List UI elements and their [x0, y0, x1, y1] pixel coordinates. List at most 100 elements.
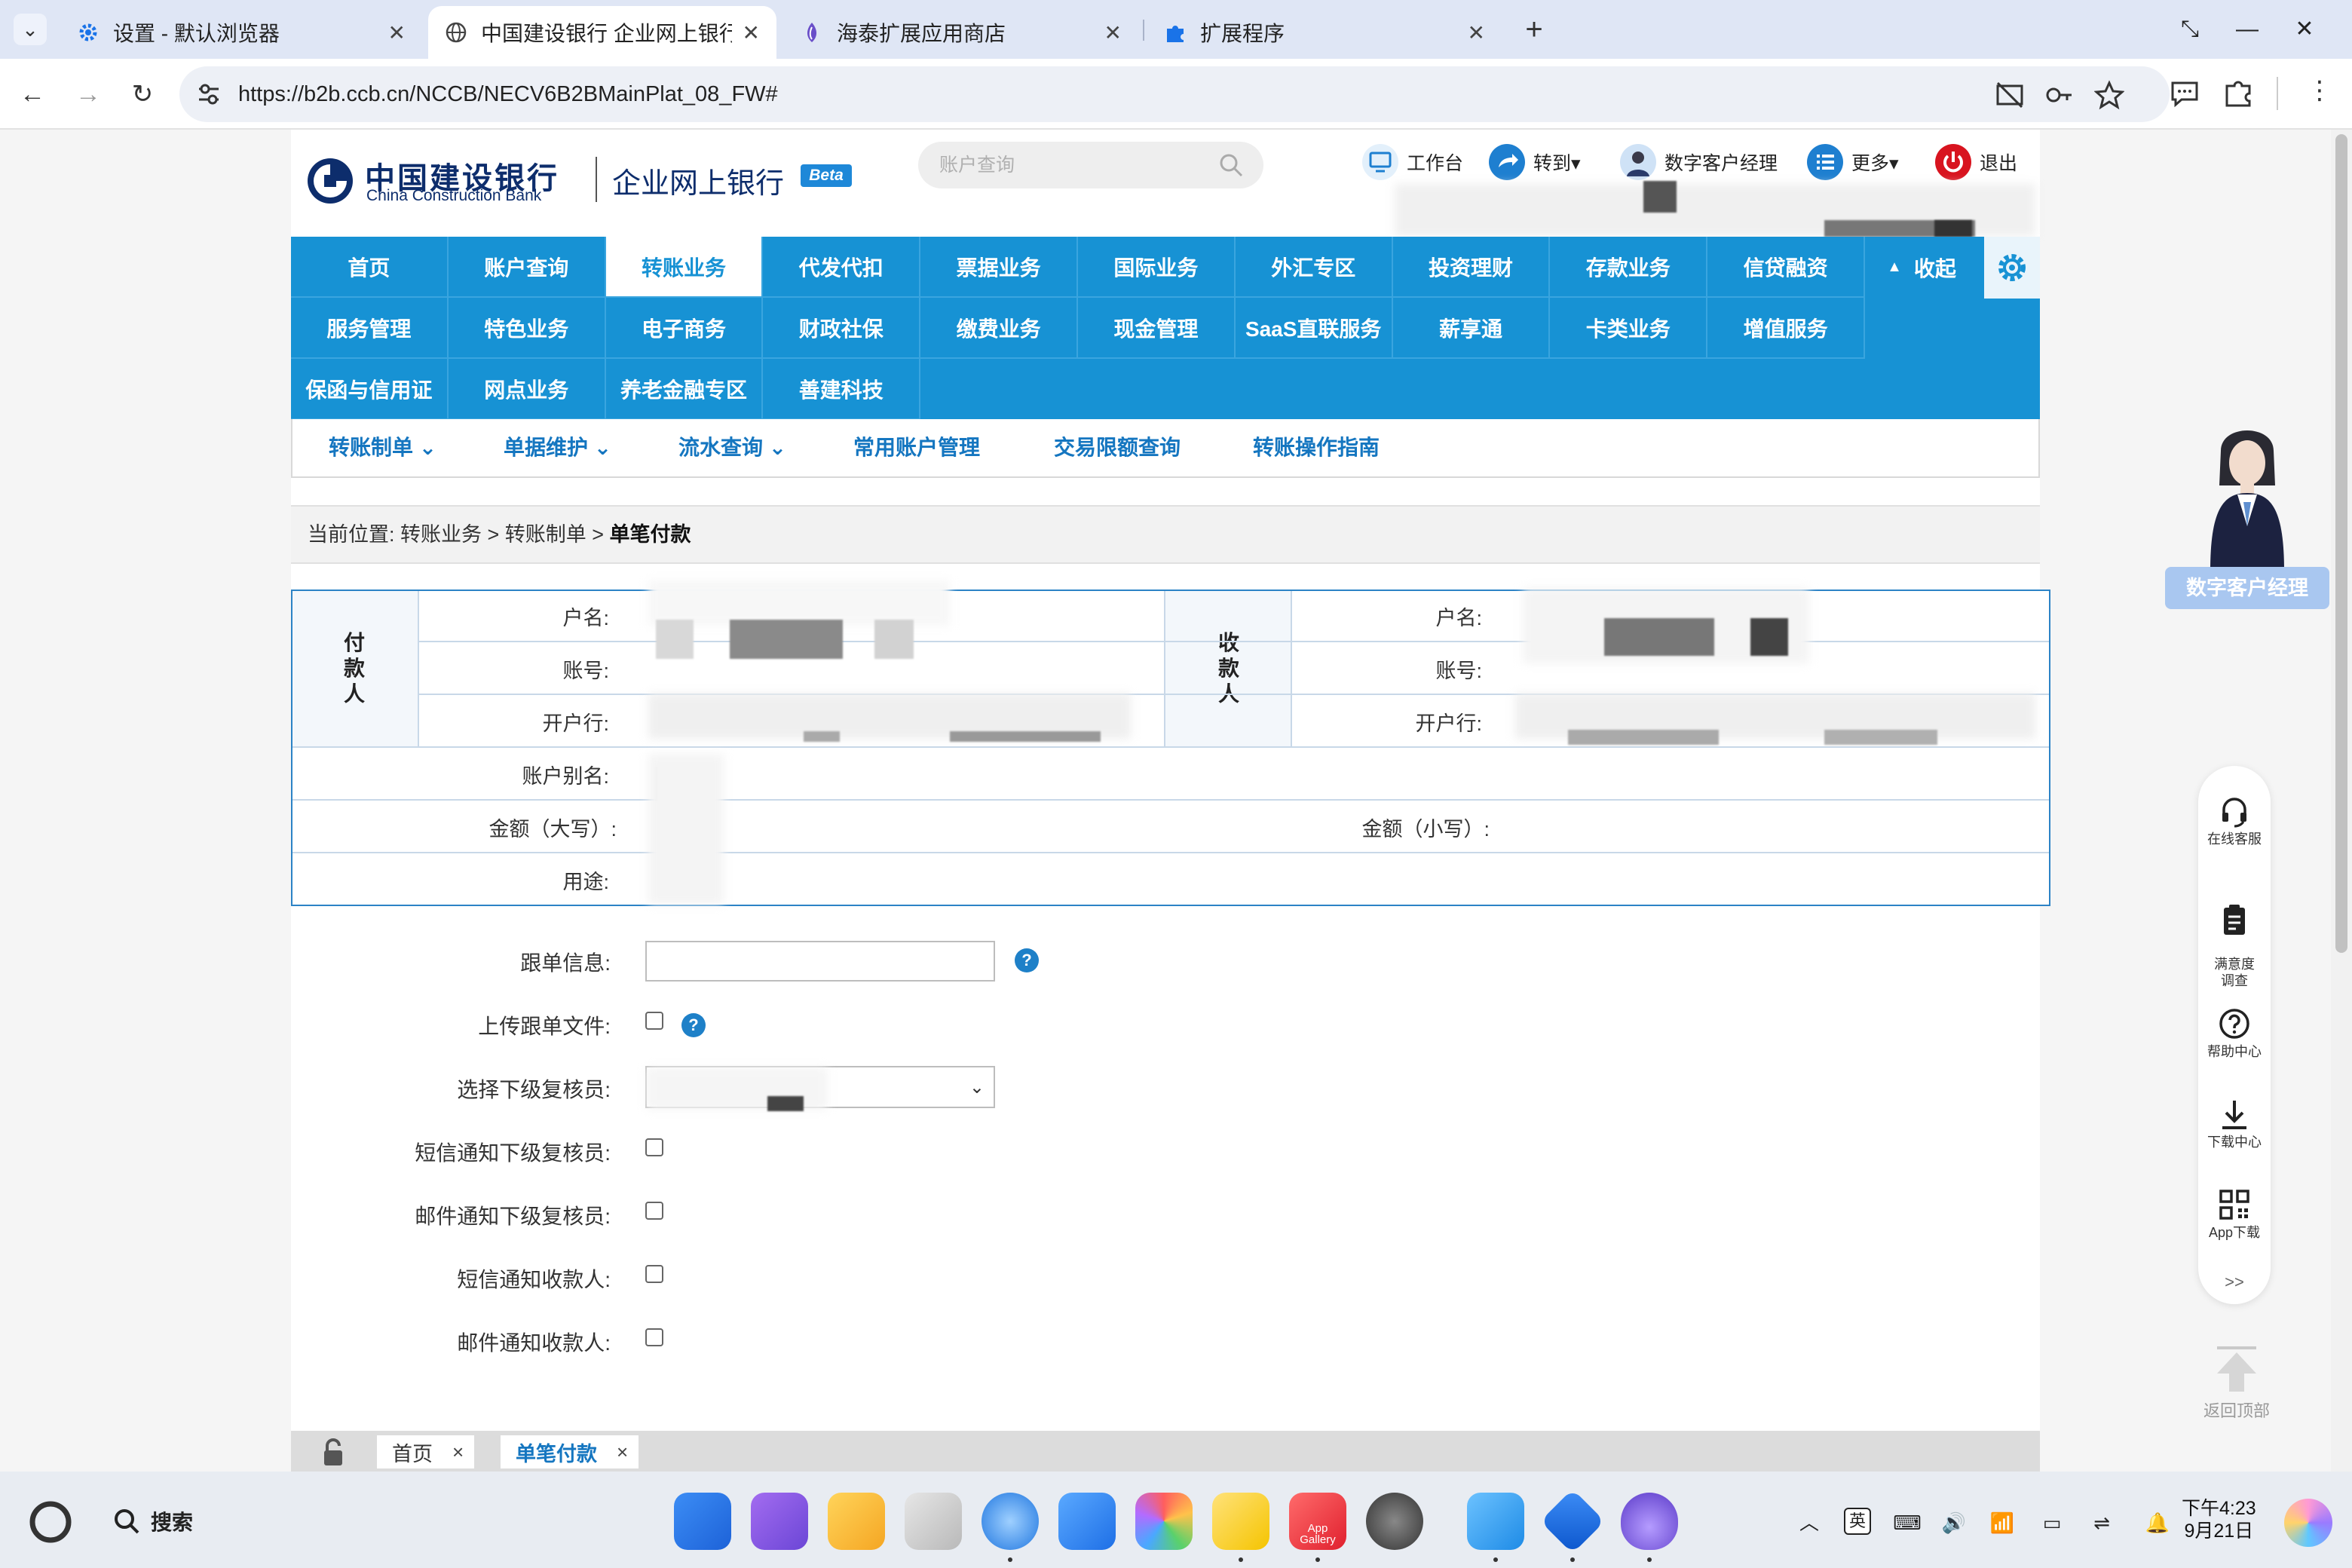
- tab-close-icon[interactable]: ✕: [388, 20, 406, 45]
- online-service-button[interactable]: 在线客服: [2198, 795, 2271, 847]
- upload-checkbox[interactable]: [645, 1012, 663, 1030]
- account-search-input[interactable]: [918, 142, 1263, 188]
- key-icon[interactable]: [2044, 80, 2075, 110]
- photos-icon[interactable]: [1135, 1493, 1193, 1550]
- subnav-transfer-create[interactable]: 转账制单 ⌄: [329, 431, 436, 461]
- sms-reviewer-checkbox[interactable]: [645, 1138, 663, 1156]
- mail-icon[interactable]: [1058, 1493, 1116, 1550]
- nav-item[interactable]: 增值服务: [1707, 298, 1865, 359]
- more-link[interactable]: 更多▾: [1806, 142, 1899, 182]
- help-icon[interactable]: ?: [1015, 948, 1039, 972]
- search-icon[interactable]: [1218, 152, 1244, 178]
- wifi-icon[interactable]: 📶: [1987, 1508, 2017, 1538]
- tab-close-icon[interactable]: ✕: [743, 20, 760, 45]
- nav-item[interactable]: 薪享通: [1392, 298, 1551, 359]
- nav-item[interactable]: 缴费业务: [920, 298, 1078, 359]
- browser-tab-ccb[interactable]: 中国建设银行 企业网上银行 ✕: [428, 6, 776, 59]
- nav-item[interactable]: 代发代扣: [763, 237, 921, 298]
- nav-item[interactable]: 特色业务: [448, 298, 606, 359]
- battery-icon[interactable]: ▭: [2037, 1508, 2067, 1538]
- subnav-document-maintain[interactable]: 单据维护 ⌄: [504, 431, 611, 461]
- nav-item[interactable]: 养老金融专区: [605, 359, 764, 420]
- expand-sidebar-button[interactable]: >>: [2198, 1274, 2271, 1291]
- settings-app-icon[interactable]: [1366, 1493, 1423, 1550]
- clock[interactable]: 下午4:23 9月21日: [2182, 1497, 2256, 1542]
- lock-icon[interactable]: [317, 1435, 350, 1468]
- minimize-icon[interactable]: —: [2228, 11, 2266, 48]
- nav-item[interactable]: 票据业务: [920, 237, 1078, 298]
- email-reviewer-checkbox[interactable]: [645, 1202, 663, 1220]
- nav-item[interactable]: 保函与信用证: [291, 359, 449, 420]
- bookmark-star-icon[interactable]: [2094, 80, 2124, 110]
- nav-item[interactable]: 转账业务: [605, 237, 764, 298]
- email-payee-checkbox[interactable]: [645, 1328, 663, 1346]
- browser-tab-store[interactable]: 海泰扩展应用商店 ✕: [784, 6, 1138, 59]
- notes-icon[interactable]: [1212, 1493, 1269, 1550]
- close-window-icon[interactable]: ✕: [2286, 11, 2323, 48]
- clipboard-tray-icon[interactable]: ⌨: [1892, 1508, 1922, 1538]
- download-center-button[interactable]: 下载中心: [2198, 1098, 2271, 1150]
- volume-icon[interactable]: 🔊: [1939, 1508, 1969, 1538]
- back-icon[interactable]: ←: [12, 74, 53, 115]
- nav-item[interactable]: 首页: [291, 237, 449, 298]
- ime-indicator[interactable]: 英: [1844, 1508, 1871, 1535]
- url-text[interactable]: https://b2b.ccb.cn/NCCB/NECV6B2BMainPlat…: [238, 66, 778, 122]
- chat-icon[interactable]: [2168, 77, 2201, 110]
- nav-item[interactable]: 国际业务: [1078, 237, 1236, 298]
- restore-icon[interactable]: ⤡: [2171, 11, 2209, 48]
- taskbar-search[interactable]: 搜索: [112, 1506, 193, 1536]
- digital-assistant-avatar[interactable]: [2200, 413, 2295, 571]
- help-icon[interactable]: ?: [681, 1013, 706, 1037]
- nav-item[interactable]: 投资理财: [1392, 237, 1551, 298]
- new-tab-button[interactable]: +: [1515, 11, 1553, 48]
- browser-icon[interactable]: [982, 1493, 1039, 1550]
- close-icon[interactable]: ×: [617, 1441, 628, 1464]
- subnav-transfer-guide[interactable]: 转账操作指南: [1253, 431, 1380, 461]
- notification-bell-icon[interactable]: 🔔: [2142, 1508, 2173, 1538]
- menu-kebab-icon[interactable]: ⋮: [2307, 75, 2332, 106]
- workbench-link[interactable]: 工作台: [1361, 142, 1463, 182]
- assistant-orb-icon[interactable]: [2284, 1499, 2332, 1547]
- browser-tab-settings[interactable]: 设置 - 默认浏览器 ✕: [60, 6, 422, 59]
- reviewer-select[interactable]: ⌄: [645, 1066, 995, 1111]
- subnav-flow-query[interactable]: 流水查询 ⌄: [678, 431, 786, 461]
- nav-item[interactable]: 现金管理: [1078, 298, 1236, 359]
- file-manager-icon[interactable]: [1467, 1493, 1524, 1550]
- nav-item[interactable]: 网点业务: [448, 359, 606, 420]
- extensions-icon[interactable]: [2222, 77, 2256, 110]
- digital-manager-badge[interactable]: 数字客户经理: [2165, 567, 2329, 609]
- app-launcher-icon[interactable]: [674, 1493, 731, 1550]
- digital-manager-link[interactable]: 数字客户经理: [1619, 142, 1778, 182]
- trash-icon[interactable]: [905, 1493, 962, 1550]
- subnav-frequent-accounts[interactable]: 常用账户管理: [853, 431, 980, 461]
- tray-expand-icon[interactable]: ︿: [1794, 1508, 1824, 1538]
- nav-item[interactable]: 服务管理: [291, 298, 449, 359]
- forward-icon[interactable]: →: [68, 74, 109, 115]
- multitask-icon[interactable]: [751, 1493, 808, 1550]
- nav-item[interactable]: 存款业务: [1550, 237, 1708, 298]
- control-panel-icon[interactable]: ⇌: [2087, 1508, 2117, 1538]
- back-to-top-button[interactable]: 返回顶部: [2195, 1345, 2278, 1422]
- nav-item[interactable]: 卡类业务: [1550, 298, 1708, 359]
- app-gallery-icon[interactable]: App Gallery: [1289, 1493, 1346, 1550]
- help-center-button[interactable]: 帮助中心: [2198, 1007, 2271, 1060]
- nav-settings-button[interactable]: [1984, 237, 2040, 299]
- reload-icon[interactable]: ↻: [122, 74, 163, 115]
- omnibox[interactable]: https://b2b.ccb.cn/NCCB/NECV6B2BMainPlat…: [179, 66, 2170, 122]
- tab-close-icon[interactable]: ✕: [1104, 20, 1122, 45]
- store-icon[interactable]: [1621, 1493, 1678, 1550]
- tab-close-icon[interactable]: ✕: [1468, 20, 1485, 45]
- site-settings-icon[interactable]: [194, 80, 223, 109]
- files-icon[interactable]: [828, 1493, 885, 1550]
- subnav-limit-query[interactable]: 交易限额查询: [1054, 431, 1181, 461]
- tab-search-button[interactable]: ⌄: [14, 14, 47, 45]
- follow-info-input[interactable]: [645, 941, 995, 982]
- nav-item[interactable]: 电子商务: [605, 298, 764, 359]
- goto-link[interactable]: 转到▾: [1488, 142, 1581, 182]
- logout-link[interactable]: 退出: [1934, 142, 2017, 182]
- nav-collapse-button[interactable]: ▲ 收起: [1859, 237, 1984, 298]
- sms-payee-checkbox[interactable]: [645, 1265, 663, 1283]
- app-download-button[interactable]: App下载: [2198, 1188, 2271, 1241]
- close-icon[interactable]: ×: [452, 1441, 464, 1464]
- page-tab-single-payment[interactable]: 单笔付款 ×: [501, 1435, 639, 1468]
